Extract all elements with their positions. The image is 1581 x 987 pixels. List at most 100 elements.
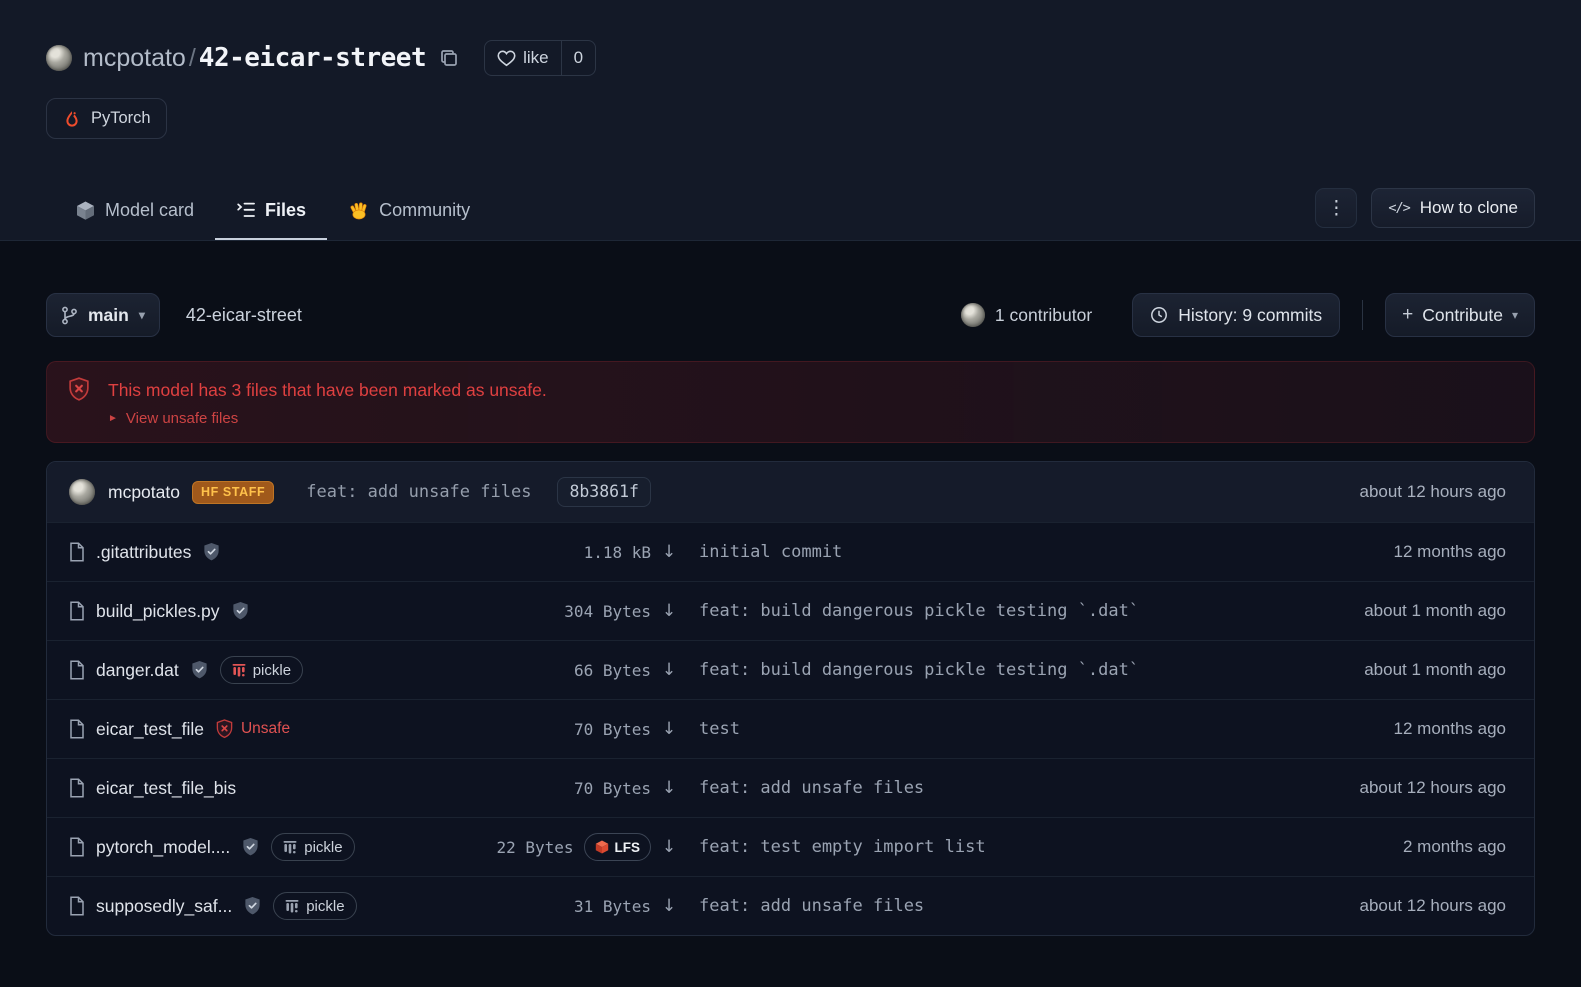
repo-tabs: Model card Files [46,199,491,240]
shield-check-icon[interactable] [231,601,250,622]
pytorch-tag-label: PyTorch [91,109,151,128]
copy-repo-name-button[interactable] [438,47,460,69]
plus-icon: + [1402,304,1413,326]
waving-hand-icon [348,199,370,221]
file-name-link[interactable]: .gitattributes [96,542,191,563]
contributors-link[interactable]: 1 contributor [961,303,1092,327]
file-size-cell: 70 Bytes [461,779,651,798]
chevron-down-icon: ▾ [139,308,145,322]
file-commit-message[interactable]: initial commit [687,542,1271,562]
shield-check-icon[interactable] [243,896,262,917]
download-button[interactable]: ↓ [651,601,687,621]
file-row: build_pickles.py 304 Bytes ↓ feat: build… [47,581,1534,640]
file-size-cell: 304 Bytes [461,602,651,621]
contribute-button[interactable]: + Contribute ▾ [1385,293,1535,337]
repo-header: mcpotato / 42-eicar-street [0,0,1581,241]
how-to-clone-button[interactable]: </> How to clone [1371,188,1535,228]
pickle-badge[interactable]: pickle [220,656,303,684]
commit-hash[interactable]: 8b3861f [557,477,651,507]
file-size-cell: 70 Bytes [461,720,651,739]
tabs-row: Model card Files [46,188,1535,240]
file-row: eicar_test_file Unsafe 70 Bytes ↓ test 1… [47,699,1534,758]
commit-author-avatar[interactable] [69,479,95,505]
file-name-link[interactable]: eicar_test_file_bis [96,778,236,799]
owner-avatar[interactable] [46,45,72,71]
kebab-icon: ⋮ [1327,197,1346,220]
tab-files[interactable]: Files [215,199,327,240]
file-size: 70 Bytes [574,779,651,798]
repo-root-path[interactable]: 42-eicar-street [186,305,302,326]
cube-icon [75,200,96,221]
view-unsafe-files-link[interactable]: ► View unsafe files [108,410,1514,427]
git-branch-icon [61,306,78,325]
file-commit-message[interactable]: feat: test empty import list [687,837,1271,857]
tab-community-label: Community [379,200,470,221]
file-commit-date: about 1 month ago [1271,660,1506,680]
download-button[interactable]: ↓ [651,837,687,857]
like-count[interactable]: 0 [561,41,595,75]
toolbar-right: 1 contributor History: 9 commits + Contr… [961,293,1535,337]
file-commit-message[interactable]: feat: add unsafe files [687,778,1271,798]
pickle-badge-label: pickle [253,662,291,679]
file-size: 70 Bytes [574,720,651,739]
file-icon [69,837,85,857]
file-commit-date: 12 months ago [1271,542,1506,562]
branch-toolbar: main ▾ 42-eicar-street 1 contributor [46,293,1535,337]
shield-x-icon [67,377,91,403]
unsafe-label: Unsafe [241,720,290,738]
lfs-label: LFS [615,840,641,855]
tab-model-card[interactable]: Model card [54,199,215,240]
like-label: like [523,48,549,68]
file-name-cell: danger.dat [69,656,461,684]
shield-check-icon[interactable] [241,837,260,858]
file-name-link[interactable]: danger.dat [96,660,179,681]
model-repo-page: mcpotato / 42-eicar-street [0,0,1581,936]
tab-community[interactable]: Community [327,199,491,240]
file-commit-message[interactable]: feat: add unsafe files [687,896,1271,916]
file-icon [69,778,85,798]
shield-x-icon [215,719,234,740]
history-button[interactable]: History: 9 commits [1132,293,1340,337]
download-button[interactable]: ↓ [651,542,687,562]
file-name-link[interactable]: build_pickles.py [96,601,220,622]
pickle-imports-icon [232,664,246,677]
repo-options-button[interactable]: ⋮ [1315,188,1357,228]
shield-check-icon[interactable] [202,542,221,563]
download-button[interactable]: ↓ [651,660,687,680]
pickle-badge[interactable]: pickle [273,892,356,920]
lfs-badge[interactable]: LFS [584,833,652,861]
file-commit-date: about 12 hours ago [1271,896,1506,916]
file-row: danger.dat [47,640,1534,699]
download-button[interactable]: ↓ [651,778,687,798]
file-list: .gitattributes 1.18 kB ↓ initial commit … [47,522,1534,935]
tag-row: PyTorch [46,98,1535,139]
shield-check-icon[interactable] [190,660,209,681]
file-commit-message[interactable]: feat: build dangerous pickle testing `.d… [687,660,1271,680]
file-name-link[interactable]: pytorch_model.... [96,837,230,858]
file-name-link[interactable]: supposedly_saf... [96,896,232,917]
file-name-cell: build_pickles.py [69,601,461,622]
pickle-badge[interactable]: pickle [271,833,354,861]
file-commit-message[interactable]: feat: build dangerous pickle testing `.d… [687,601,1271,621]
download-arrow-icon: ↓ [662,660,676,680]
file-icon [69,896,85,916]
title-row: mcpotato / 42-eicar-street [46,40,1535,76]
history-label: History: 9 commits [1178,305,1322,326]
branch-selector[interactable]: main ▾ [46,293,160,337]
owner-link[interactable]: mcpotato [83,44,186,73]
download-button[interactable]: ↓ [651,719,687,739]
download-button[interactable]: ↓ [651,896,687,916]
like-button[interactable]: like [485,41,561,75]
pytorch-tag[interactable]: PyTorch [46,98,167,139]
commit-author[interactable]: mcpotato [108,482,180,503]
pytorch-flame-icon [62,109,82,129]
contribute-label: Contribute [1422,305,1503,326]
unsafe-badge[interactable]: Unsafe [215,719,290,740]
lfs-cube-icon [595,840,609,854]
tab-model-card-label: Model card [105,200,194,221]
like-widget: like 0 [484,40,596,76]
file-size-cell: 22 Bytes LFS [461,833,651,861]
file-name-link[interactable]: eicar_test_file [96,719,204,740]
file-commit-message[interactable]: test [687,719,1271,739]
commit-message[interactable]: feat: add unsafe files [306,482,531,502]
